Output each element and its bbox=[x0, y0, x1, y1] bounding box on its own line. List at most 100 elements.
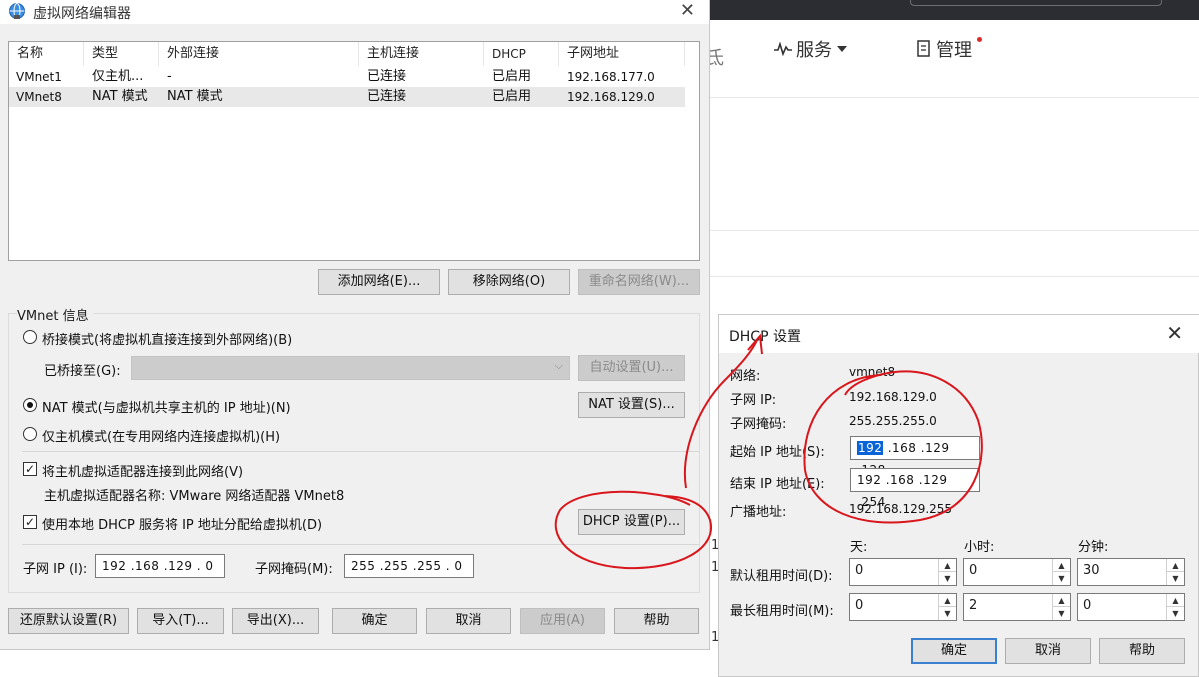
column-header[interactable]: 主机连接 bbox=[359, 42, 484, 66]
bridge-mode-radio[interactable] bbox=[23, 330, 37, 344]
network-label: 网络: bbox=[730, 369, 761, 384]
arrow-up-icon[interactable]: ▲ bbox=[1167, 594, 1184, 607]
end-ip-field[interactable]: 192 .168 .129 .254 bbox=[850, 468, 980, 509]
end-ip-label: 结束 IP 地址(E): bbox=[730, 477, 825, 492]
restore-defaults-button[interactable]: 还原默认设置(R) bbox=[8, 608, 129, 634]
column-header[interactable]: 类型 bbox=[84, 42, 159, 66]
help-button[interactable]: 帮助 bbox=[614, 608, 699, 634]
dhcp-title-bar: DHCP 设置 ✕ bbox=[719, 315, 1199, 353]
cell-subnet: 192.168.177.0 bbox=[567, 70, 655, 84]
nav-services[interactable]: 服务 bbox=[774, 36, 848, 62]
remove-network-button[interactable]: 移除网络(O) bbox=[448, 269, 570, 295]
column-header[interactable]: 外部连接 bbox=[159, 42, 359, 66]
subnet-mask-field[interactable]: 255 .255 .255 . 0 bbox=[344, 554, 474, 578]
arrow-up-icon[interactable]: ▲ bbox=[1053, 594, 1070, 607]
default-lease-hours-stepper[interactable]: 0 ▲ ▼ bbox=[963, 558, 1071, 586]
subnet-mask-label: 子网掩码(M): bbox=[255, 562, 333, 577]
arrow-up-icon[interactable]: ▲ bbox=[1167, 559, 1184, 572]
column-header[interactable]: 子网地址 bbox=[559, 42, 685, 66]
nav-manage-label: 管理 bbox=[936, 40, 972, 61]
stepper-value: 0 bbox=[855, 563, 864, 578]
arrow-down-icon[interactable]: ▼ bbox=[1053, 572, 1070, 585]
cell-name: VMnet1 bbox=[16, 70, 62, 84]
broadcast-label: 广播地址: bbox=[730, 505, 787, 520]
dhcp-cancel-button[interactable]: 取消 bbox=[1005, 638, 1091, 664]
start-ip-field[interactable]: 192 .168 .129 .128 bbox=[850, 436, 980, 477]
subnet-ip-field[interactable]: 192 .168 .129 . 0 bbox=[95, 554, 225, 578]
close-icon[interactable]: ✕ bbox=[1166, 321, 1183, 345]
bridged-to-select[interactable]: ⌵ bbox=[131, 356, 570, 380]
cell-host: 已连接 bbox=[367, 69, 407, 84]
network-list[interactable]: 名称 类型 外部连接 主机连接 DHCP 子网地址 VMnet1 仅主机... … bbox=[8, 41, 700, 261]
add-network-button[interactable]: 添加网络(E)... bbox=[318, 269, 440, 295]
divider bbox=[22, 544, 699, 545]
cell-dhcp: 已启用 bbox=[492, 69, 532, 84]
title-bar: 虚拟网络编辑器 ✕ bbox=[0, 0, 709, 24]
dhcp-settings-button[interactable]: DHCP 设置(P)... bbox=[578, 509, 685, 535]
stepper-value: 0 bbox=[1083, 598, 1092, 613]
max-lease-hours-stepper[interactable]: 2 ▲ ▼ bbox=[963, 593, 1071, 621]
rename-network-button[interactable]: 重命名网络(W)... bbox=[578, 269, 700, 295]
max-lease-days-stepper[interactable]: 0 ▲ ▼ bbox=[849, 593, 957, 621]
arrow-down-icon[interactable]: ▼ bbox=[1167, 607, 1184, 620]
column-header[interactable]: 名称 bbox=[9, 42, 84, 66]
stepper-arrows: ▲ ▼ bbox=[1166, 559, 1184, 585]
nav-manage[interactable]: 管理 bbox=[916, 36, 982, 62]
stepper-value: 0 bbox=[969, 563, 978, 578]
arrow-down-icon[interactable]: ▼ bbox=[1053, 607, 1070, 620]
import-button[interactable]: 导入(T)... bbox=[137, 608, 224, 634]
cell-subnet: 192.168.129.0 bbox=[567, 90, 655, 104]
stepper-arrows: ▲ ▼ bbox=[938, 559, 956, 585]
nat-settings-button[interactable]: NAT 设置(S)... bbox=[578, 392, 685, 418]
arrow-down-icon[interactable]: ▼ bbox=[939, 607, 956, 620]
connect-adapter-checkbox[interactable]: ✓ bbox=[23, 462, 37, 476]
default-lease-days-stepper[interactable]: 0 ▲ ▼ bbox=[849, 558, 957, 586]
vmnet-info-label: VMnet 信息 bbox=[17, 305, 93, 324]
network-value: vmnet8 bbox=[849, 365, 896, 379]
arrow-down-icon[interactable]: ▼ bbox=[1167, 572, 1184, 585]
cell-external: NAT 模式 bbox=[167, 89, 223, 104]
arrow-up-icon[interactable]: ▲ bbox=[939, 559, 956, 572]
virtual-network-editor-dialog: 虚拟网络编辑器 ✕ 名称 类型 外部连接 主机连接 DHCP 子网地址 VMne… bbox=[0, 0, 710, 650]
dhcp-ok-button[interactable]: 确定 bbox=[911, 638, 997, 664]
dhcp-help-button[interactable]: 帮助 bbox=[1099, 638, 1185, 664]
column-header[interactable]: DHCP bbox=[484, 42, 559, 66]
default-lease-minutes-stepper[interactable]: 30 ▲ ▼ bbox=[1077, 558, 1185, 586]
export-button[interactable]: 导出(X)... bbox=[232, 608, 319, 634]
arrow-down-icon[interactable]: ▼ bbox=[939, 572, 956, 585]
network-globe-icon bbox=[9, 3, 25, 19]
cancel-button[interactable]: 取消 bbox=[426, 608, 511, 634]
max-lease-minutes-stepper[interactable]: 0 ▲ ▼ bbox=[1077, 593, 1185, 621]
arrow-up-icon[interactable]: ▲ bbox=[1053, 559, 1070, 572]
stepper-arrows: ▲ ▼ bbox=[1166, 594, 1184, 620]
cell-dhcp: 已启用 bbox=[492, 89, 532, 104]
arrow-up-icon[interactable]: ▲ bbox=[939, 594, 956, 607]
cell-type: NAT 模式 bbox=[92, 89, 148, 104]
subnet-ip-label: 子网 IP (I): bbox=[23, 562, 88, 577]
ok-button[interactable]: 确定 bbox=[332, 608, 417, 634]
dhcp-subnet-mask-value: 255.255.255.0 bbox=[849, 414, 937, 428]
nat-mode-label: NAT 模式(与虚拟机共享主机的 IP 地址)(N) bbox=[42, 401, 291, 416]
table-row[interactable]: VMnet8 NAT 模式 NAT 模式 已连接 已启用 192.168.129… bbox=[9, 87, 685, 107]
cell-type: 仅主机... bbox=[92, 69, 144, 84]
adapter-name-label: 主机虚拟适配器名称: VMware 网络适配器 VMnet8 bbox=[44, 489, 345, 504]
dhcp-settings-dialog: DHCP 设置 ✕ 网络: vmnet8 子网 IP: 192.168.129.… bbox=[718, 314, 1199, 677]
apply-button[interactable]: 应用(A) bbox=[520, 608, 605, 634]
dhcp-subnet-ip-label: 子网 IP: bbox=[730, 393, 777, 408]
stepper-arrows: ▲ ▼ bbox=[1052, 594, 1070, 620]
background-search-box[interactable] bbox=[910, 0, 1162, 6]
max-lease-label: 最长租用时间(M): bbox=[730, 604, 834, 619]
nav-services-label: 服务 bbox=[796, 40, 832, 61]
chevron-down-icon: ⌵ bbox=[554, 359, 563, 372]
table-row[interactable]: VMnet1 仅主机... - 已连接 已启用 192.168.177.0 bbox=[9, 67, 685, 87]
use-dhcp-checkbox[interactable]: ✓ bbox=[23, 515, 37, 529]
cell-host: 已连接 bbox=[367, 89, 407, 104]
auto-settings-button[interactable]: 自动设置(U)... bbox=[578, 355, 685, 381]
nat-mode-radio[interactable] bbox=[23, 398, 37, 412]
host-only-radio[interactable] bbox=[23, 427, 37, 441]
close-icon[interactable]: ✕ bbox=[680, 0, 695, 21]
start-ip-selected-text: 192 bbox=[857, 441, 884, 455]
divider bbox=[22, 451, 699, 452]
dhcp-subnet-mask-label: 子网掩码: bbox=[730, 417, 787, 432]
dhcp-dialog-title: DHCP 设置 bbox=[729, 329, 801, 345]
